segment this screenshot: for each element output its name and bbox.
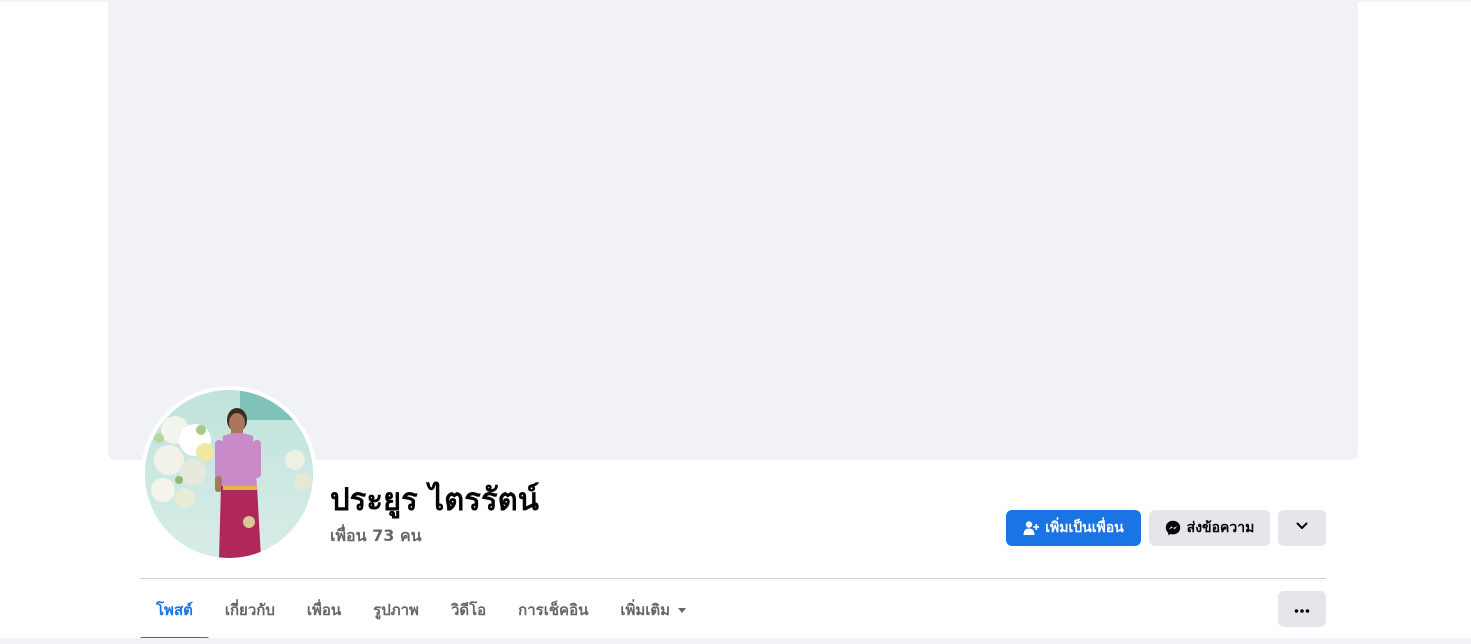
profile-dropdown-button[interactable]: [1278, 510, 1326, 546]
add-person-icon: [1023, 520, 1040, 536]
avatar-photo: [145, 390, 313, 558]
more-dots-icon: [1294, 601, 1310, 617]
messenger-icon: [1165, 520, 1181, 536]
tab-friends-label: เพื่อน: [306, 601, 342, 619]
tab-posts[interactable]: โพสต์: [140, 580, 209, 640]
tab-about[interactable]: เกี่ยวกับ: [209, 580, 291, 640]
profile-avatar[interactable]: [145, 390, 313, 558]
bottom-divider: [0, 638, 1471, 644]
profile-page: ประยูร ไตรรัตน์ เพื่อน 73 คน เพิ่มเป็นเพ…: [0, 0, 1471, 644]
tab-more-label: เพิ่มเติม: [620, 601, 671, 619]
profile-divider: [140, 578, 1326, 579]
friend-count-link[interactable]: เพื่อน 73 คน: [330, 524, 422, 548]
add-friend-label: เพิ่มเป็นเพื่อน: [1045, 520, 1124, 536]
cover-photo[interactable]: [108, 0, 1358, 460]
caret-down-icon: [678, 607, 687, 613]
tab-more[interactable]: เพิ่มเติม: [604, 580, 702, 640]
tab-friends[interactable]: เพื่อน: [291, 580, 357, 640]
tab-posts-label: โพสต์: [156, 601, 193, 619]
tab-about-label: เกี่ยวกับ: [224, 601, 275, 619]
tab-videos[interactable]: วิดีโอ: [435, 580, 502, 640]
tab-checkins[interactable]: การเช็คอิน: [502, 580, 604, 640]
tab-checkins-label: การเช็คอิน: [518, 601, 589, 619]
add-friend-button[interactable]: เพิ่มเป็นเพื่อน: [1006, 510, 1141, 546]
tab-photos-label: รูปภาพ: [373, 601, 419, 619]
profile-name: ประยูร ไตรรัตน์: [330, 482, 539, 518]
tab-photos[interactable]: รูปภาพ: [357, 580, 435, 640]
more-options-button[interactable]: [1278, 591, 1326, 627]
tab-videos-label: วิดีโอ: [450, 601, 487, 619]
profile-tabs: โพสต์ เกี่ยวกับ เพื่อน รูปภาพ วิดีโอ การ…: [140, 580, 702, 640]
message-button[interactable]: ส่งข้อความ: [1149, 510, 1270, 546]
message-label: ส่งข้อความ: [1186, 520, 1255, 536]
chevron-down-icon: [1295, 519, 1309, 537]
